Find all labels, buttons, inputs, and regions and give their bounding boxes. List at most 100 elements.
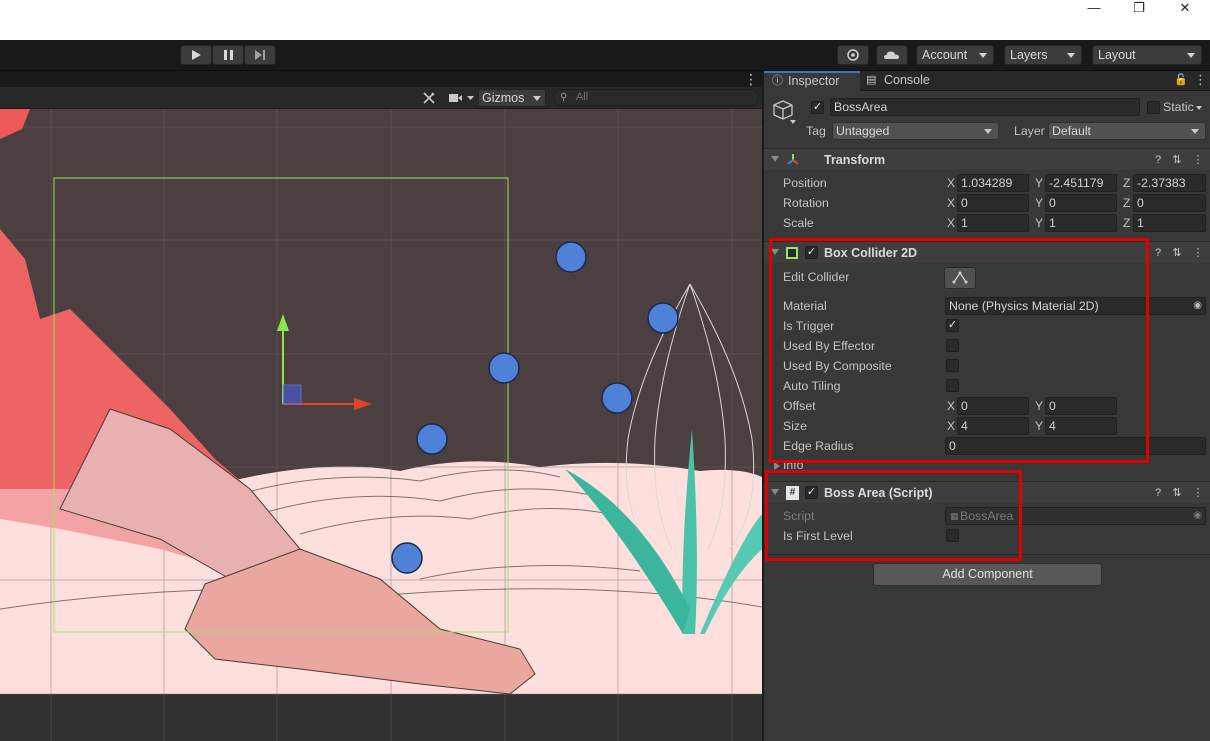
axis-y-label: Y xyxy=(1035,196,1044,210)
layers-dropdown[interactable]: Layers xyxy=(1004,45,1082,65)
chevron-down-icon xyxy=(1067,53,1075,58)
chevron-down-icon[interactable] xyxy=(1196,106,1202,110)
axis-x-label: X xyxy=(947,216,956,230)
position-y-field[interactable]: -2.451179 xyxy=(1045,174,1117,192)
scene-artwork xyxy=(0,109,762,741)
foldout-arrow-icon[interactable] xyxy=(771,156,779,162)
tag-dropdown[interactable]: Untagged xyxy=(832,122,999,140)
axis-z-label: Z xyxy=(1123,216,1131,230)
account-dropdown[interactable]: Account xyxy=(916,45,994,65)
object-picker-icon: ◉ xyxy=(1193,510,1202,521)
object-active-checkbox[interactable]: ✓ xyxy=(811,101,824,114)
camera-icon[interactable] xyxy=(448,92,476,104)
axis-y-label: Y xyxy=(1035,216,1044,230)
component-menu-icon[interactable]: ⋮ xyxy=(1191,486,1205,500)
rotation-x-field[interactable]: 0 xyxy=(957,194,1029,212)
main-toolbar: Account Layers Layout xyxy=(0,40,1210,71)
object-name-field[interactable]: BossArea xyxy=(830,98,1140,116)
gizmos-dropdown[interactable]: Gizmos xyxy=(478,89,546,107)
chevron-down-icon xyxy=(1187,53,1195,58)
scene-view: ⋮ Gizmos ⚲ All xyxy=(0,71,762,741)
transform-title: Transform xyxy=(824,153,886,167)
static-label[interactable]: Static xyxy=(1163,100,1194,114)
pause-button[interactable] xyxy=(212,45,244,65)
layer-value: Default xyxy=(1052,124,1091,138)
axis-x-label: X xyxy=(947,176,956,190)
pause-icon xyxy=(224,50,233,60)
scene-tab-bar: ⋮ xyxy=(0,71,762,87)
tab-console[interactable]: ▤ Console xyxy=(860,71,950,91)
scale-label: Scale xyxy=(783,216,814,230)
cloud-icon xyxy=(884,51,899,59)
play-icon xyxy=(192,50,201,60)
gizmos-label: Gizmos xyxy=(482,91,525,105)
component-menu-icon[interactable]: ⋮ xyxy=(1191,246,1205,260)
scene-canvas[interactable] xyxy=(0,109,762,741)
info-icon: ⓘ xyxy=(772,75,783,87)
layout-label: Layout xyxy=(1098,48,1136,62)
account-label: Account xyxy=(922,48,968,62)
inspector-panel: ⓘ Inspector ▤ Console 🔓 ⋮ ✓ BossArea Sta… xyxy=(763,71,1210,741)
help-icon[interactable]: ? xyxy=(1151,153,1165,167)
transform-header[interactable]: Transform ? ⇅ ⋮ xyxy=(764,148,1210,170)
step-icon xyxy=(255,50,265,60)
layer-label: Layer xyxy=(1014,124,1045,138)
scene-menu-icon[interactable]: ⋮ xyxy=(744,71,758,88)
scale-x-field[interactable]: 1 xyxy=(957,214,1029,232)
box-collider-highlight xyxy=(769,238,1149,463)
position-z-field[interactable]: -2.37383 xyxy=(1133,174,1206,192)
axis-z-label: Z xyxy=(1123,196,1131,210)
tab-inspector[interactable]: ⓘ Inspector xyxy=(764,71,860,91)
scene-toolbar: Gizmos ⚲ All xyxy=(0,87,762,109)
maximize-button[interactable]: ❐ xyxy=(1116,0,1162,16)
inspector-tab-bar: ⓘ Inspector ▤ Console 🔓 ⋮ xyxy=(764,71,1210,91)
scale-y-field[interactable]: 1 xyxy=(1045,214,1117,232)
object-picker-icon[interactable]: ◉ xyxy=(1193,298,1202,314)
window-title-bar: — ❐ ✕ xyxy=(0,0,1210,40)
minimize-button[interactable]: — xyxy=(1071,0,1117,16)
tag-value: Untagged xyxy=(836,124,890,138)
preset-icon[interactable]: ⇅ xyxy=(1170,246,1184,260)
transform-icon xyxy=(787,154,799,165)
tools-icon[interactable] xyxy=(421,90,437,106)
rotation-label: Rotation xyxy=(783,196,829,210)
position-x-field[interactable]: 1.034289 xyxy=(957,174,1029,192)
layer-dropdown[interactable]: Default xyxy=(1048,122,1206,140)
collab-icon xyxy=(847,49,859,61)
tab-console-label: Console xyxy=(884,73,930,87)
scene-search-input[interactable]: ⚲ All xyxy=(553,89,759,106)
scene-search-placeholder: All xyxy=(576,91,589,103)
play-button[interactable] xyxy=(180,45,212,65)
chevron-down-icon xyxy=(533,96,541,101)
help-icon[interactable]: ? xyxy=(1151,246,1165,260)
rotation-y-field[interactable]: 0 xyxy=(1045,194,1117,212)
chevron-down-icon xyxy=(984,129,992,134)
help-icon[interactable]: ? xyxy=(1151,486,1165,500)
inspector-menu-icon[interactable]: ⋮ xyxy=(1194,72,1207,88)
axis-z-label: Z xyxy=(1123,176,1131,190)
axis-y-label: Y xyxy=(1035,176,1044,190)
static-checkbox[interactable] xyxy=(1147,101,1160,114)
lock-icon[interactable]: 🔓 xyxy=(1174,73,1188,86)
step-button[interactable] xyxy=(244,45,276,65)
preset-icon[interactable]: ⇅ xyxy=(1170,153,1184,167)
preset-icon[interactable]: ⇅ xyxy=(1170,486,1184,500)
info-foldout-icon[interactable] xyxy=(774,462,780,470)
close-button[interactable]: ✕ xyxy=(1162,0,1208,16)
collab-button[interactable] xyxy=(837,45,869,65)
boss-area-highlight xyxy=(765,470,1022,561)
cloud-button[interactable] xyxy=(876,45,908,65)
layout-dropdown[interactable]: Layout xyxy=(1092,45,1202,65)
search-icon: ⚲ xyxy=(560,92,568,103)
component-menu-icon[interactable]: ⋮ xyxy=(1191,153,1205,167)
console-icon: ▤ xyxy=(866,74,877,86)
layers-label: Layers xyxy=(1010,48,1048,62)
tag-label: Tag xyxy=(806,124,826,138)
add-component-button[interactable]: Add Component xyxy=(873,563,1102,586)
rotation-z-field[interactable]: 0 xyxy=(1133,194,1206,212)
axis-x-label: X xyxy=(947,196,956,210)
gameobject-icon xyxy=(773,100,796,124)
scale-z-field[interactable]: 1 xyxy=(1133,214,1206,232)
tab-inspector-label: Inspector xyxy=(788,74,840,88)
chevron-down-icon xyxy=(979,53,987,58)
